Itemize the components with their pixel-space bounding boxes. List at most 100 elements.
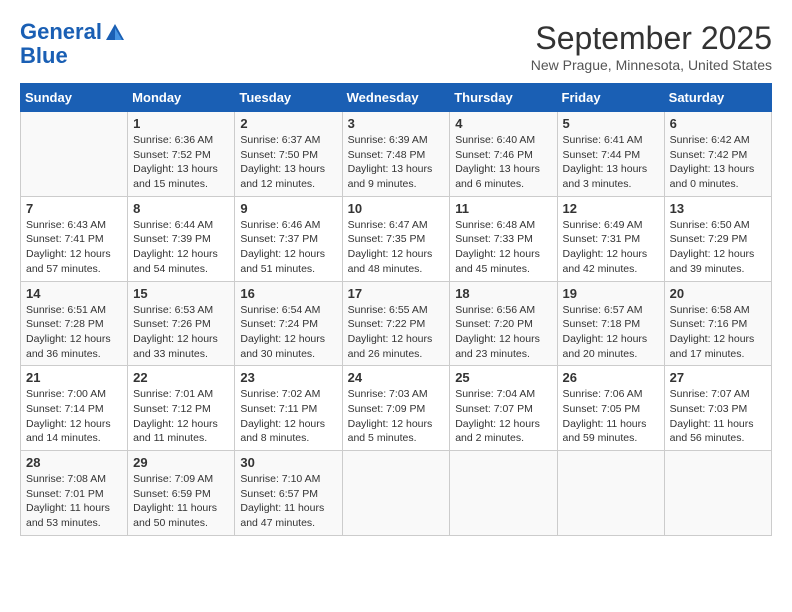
calendar-cell: 11Sunrise: 6:48 AM Sunset: 7:33 PM Dayli… xyxy=(450,196,557,281)
calendar-cell xyxy=(557,451,664,536)
day-number: 21 xyxy=(26,370,122,385)
day-content: Sunrise: 7:02 AM Sunset: 7:11 PM Dayligh… xyxy=(240,387,336,446)
week-row-1: 1 Sunrise: 6:36 AM Sunset: 7:52 PM Daylig… xyxy=(21,112,772,197)
calendar-cell: 5 Sunrise: 6:41 AM Sunset: 7:44 PM Daylig… xyxy=(557,112,664,197)
day-content: Sunrise: 6:50 AM Sunset: 7:29 PM Dayligh… xyxy=(670,218,766,277)
page-header: General Blue September 2025 New Prague, … xyxy=(20,20,772,73)
day-content: Sunrise: 6:47 AM Sunset: 7:35 PM Dayligh… xyxy=(348,218,445,277)
day-number: 6 xyxy=(670,116,766,131)
header-monday: Monday xyxy=(128,84,235,112)
logo-blue: Blue xyxy=(20,44,126,68)
week-row-3: 14Sunrise: 6:51 AM Sunset: 7:28 PM Dayli… xyxy=(21,281,772,366)
day-number: 14 xyxy=(26,286,122,301)
day-content: Sunrise: 6:44 AM Sunset: 7:39 PM Dayligh… xyxy=(133,218,229,277)
calendar-cell: 25 Sunrise: 7:04 AM Sunset: 7:07 PM Dayli… xyxy=(450,366,557,451)
day-content: Sunrise: 6:41 AM Sunset: 7:44 PM Dayligh… xyxy=(563,133,659,192)
day-number: 7 xyxy=(26,201,122,216)
day-number: 1 xyxy=(133,116,229,131)
day-content: Sunrise: 6:40 AM Sunset: 7:46 PM Dayligh… xyxy=(455,133,551,192)
calendar-cell: 2 Sunrise: 6:37 AM Sunset: 7:50 PM Daylig… xyxy=(235,112,342,197)
day-number: 17 xyxy=(348,286,445,301)
calendar-cell xyxy=(21,112,128,197)
day-number: 8 xyxy=(133,201,229,216)
calendar-cell: 13 Sunrise: 6:50 AM Sunset: 7:29 PM Dayli… xyxy=(664,196,771,281)
day-number: 20 xyxy=(670,286,766,301)
calendar-cell: 15 Sunrise: 6:53 AM Sunset: 7:26 PM Dayli… xyxy=(128,281,235,366)
day-content: Sunrise: 7:06 AM Sunset: 7:05 PM Dayligh… xyxy=(563,387,659,446)
day-content: Sunrise: 6:55 AM Sunset: 7:22 PM Dayligh… xyxy=(348,303,445,362)
calendar-cell: 4 Sunrise: 6:40 AM Sunset: 7:46 PM Daylig… xyxy=(450,112,557,197)
calendar-cell: 6 Sunrise: 6:42 AM Sunset: 7:42 PM Daylig… xyxy=(664,112,771,197)
day-number: 15 xyxy=(133,286,229,301)
day-number: 3 xyxy=(348,116,445,131)
day-number: 26 xyxy=(563,370,659,385)
day-content: Sunrise: 6:58 AM Sunset: 7:16 PM Dayligh… xyxy=(670,303,766,362)
day-content: Sunrise: 7:04 AM Sunset: 7:07 PM Dayligh… xyxy=(455,387,551,446)
day-content: Sunrise: 6:46 AM Sunset: 7:37 PM Dayligh… xyxy=(240,218,336,277)
calendar-table: SundayMondayTuesdayWednesdayThursdayFrid… xyxy=(20,83,772,536)
calendar-cell: 20 Sunrise: 6:58 AM Sunset: 7:16 PM Dayli… xyxy=(664,281,771,366)
day-number: 10 xyxy=(348,201,445,216)
day-number: 27 xyxy=(670,370,766,385)
calendar-cell: 27 Sunrise: 7:07 AM Sunset: 7:03 PM Dayli… xyxy=(664,366,771,451)
day-content: Sunrise: 6:49 AM Sunset: 7:31 PM Dayligh… xyxy=(563,218,659,277)
calendar-cell xyxy=(342,451,450,536)
day-number: 12 xyxy=(563,201,659,216)
day-number: 23 xyxy=(240,370,336,385)
header-sunday: Sunday xyxy=(21,84,128,112)
day-number: 24 xyxy=(348,370,445,385)
calendar-cell: 12 Sunrise: 6:49 AM Sunset: 7:31 PM Dayli… xyxy=(557,196,664,281)
calendar-cell: 29Sunrise: 7:09 AM Sunset: 6:59 PM Dayli… xyxy=(128,451,235,536)
week-row-5: 28Sunrise: 7:08 AM Sunset: 7:01 PM Dayli… xyxy=(21,451,772,536)
calendar-cell: 1 Sunrise: 6:36 AM Sunset: 7:52 PM Daylig… xyxy=(128,112,235,197)
day-content: Sunrise: 6:39 AM Sunset: 7:48 PM Dayligh… xyxy=(348,133,445,192)
calendar-header-row: SundayMondayTuesdayWednesdayThursdayFrid… xyxy=(21,84,772,112)
day-content: Sunrise: 6:54 AM Sunset: 7:24 PM Dayligh… xyxy=(240,303,336,362)
header-tuesday: Tuesday xyxy=(235,84,342,112)
calendar-cell: 24 Sunrise: 7:03 AM Sunset: 7:09 PM Dayli… xyxy=(342,366,450,451)
day-content: Sunrise: 6:53 AM Sunset: 7:26 PM Dayligh… xyxy=(133,303,229,362)
calendar-cell: 23 Sunrise: 7:02 AM Sunset: 7:11 PM Dayli… xyxy=(235,366,342,451)
day-number: 30 xyxy=(240,455,336,470)
header-saturday: Saturday xyxy=(664,84,771,112)
calendar-cell xyxy=(450,451,557,536)
calendar-cell: 19 Sunrise: 6:57 AM Sunset: 7:18 PM Dayli… xyxy=(557,281,664,366)
day-number: 18 xyxy=(455,286,551,301)
calendar-cell: 10 Sunrise: 6:47 AM Sunset: 7:35 PM Dayli… xyxy=(342,196,450,281)
day-number: 2 xyxy=(240,116,336,131)
day-content: Sunrise: 7:09 AM Sunset: 6:59 PM Dayligh… xyxy=(133,472,229,531)
calendar-cell: 17 Sunrise: 6:55 AM Sunset: 7:22 PM Dayli… xyxy=(342,281,450,366)
day-number: 5 xyxy=(563,116,659,131)
day-number: 19 xyxy=(563,286,659,301)
week-row-4: 21 Sunrise: 7:00 AM Sunset: 7:14 PM Dayli… xyxy=(21,366,772,451)
day-content: Sunrise: 6:36 AM Sunset: 7:52 PM Dayligh… xyxy=(133,133,229,192)
header-friday: Friday xyxy=(557,84,664,112)
day-number: 25 xyxy=(455,370,551,385)
month-title: September 2025 xyxy=(531,20,772,57)
day-content: Sunrise: 6:37 AM Sunset: 7:50 PM Dayligh… xyxy=(240,133,336,192)
calendar-cell: 16 Sunrise: 6:54 AM Sunset: 7:24 PM Dayli… xyxy=(235,281,342,366)
day-number: 4 xyxy=(455,116,551,131)
day-content: Sunrise: 7:10 AM Sunset: 6:57 PM Dayligh… xyxy=(240,472,336,531)
day-content: Sunrise: 7:01 AM Sunset: 7:12 PM Dayligh… xyxy=(133,387,229,446)
day-content: Sunrise: 6:42 AM Sunset: 7:42 PM Dayligh… xyxy=(670,133,766,192)
day-number: 22 xyxy=(133,370,229,385)
location: New Prague, Minnesota, United States xyxy=(531,57,772,73)
day-number: 16 xyxy=(240,286,336,301)
calendar-cell: 9Sunrise: 6:46 AM Sunset: 7:37 PM Daylig… xyxy=(235,196,342,281)
day-content: Sunrise: 7:07 AM Sunset: 7:03 PM Dayligh… xyxy=(670,387,766,446)
day-number: 13 xyxy=(670,201,766,216)
calendar-cell xyxy=(664,451,771,536)
day-content: Sunrise: 6:57 AM Sunset: 7:18 PM Dayligh… xyxy=(563,303,659,362)
calendar-cell: 28Sunrise: 7:08 AM Sunset: 7:01 PM Dayli… xyxy=(21,451,128,536)
title-block: September 2025 New Prague, Minnesota, Un… xyxy=(531,20,772,73)
calendar-cell: 3 Sunrise: 6:39 AM Sunset: 7:48 PM Daylig… xyxy=(342,112,450,197)
calendar-cell: 14Sunrise: 6:51 AM Sunset: 7:28 PM Dayli… xyxy=(21,281,128,366)
day-content: Sunrise: 6:43 AM Sunset: 7:41 PM Dayligh… xyxy=(26,218,122,277)
day-content: Sunrise: 7:03 AM Sunset: 7:09 PM Dayligh… xyxy=(348,387,445,446)
calendar-cell: 26 Sunrise: 7:06 AM Sunset: 7:05 PM Dayli… xyxy=(557,366,664,451)
day-content: Sunrise: 6:48 AM Sunset: 7:33 PM Dayligh… xyxy=(455,218,551,277)
day-content: Sunrise: 7:00 AM Sunset: 7:14 PM Dayligh… xyxy=(26,387,122,446)
calendar-cell: 8 Sunrise: 6:44 AM Sunset: 7:39 PM Daylig… xyxy=(128,196,235,281)
header-wednesday: Wednesday xyxy=(342,84,450,112)
